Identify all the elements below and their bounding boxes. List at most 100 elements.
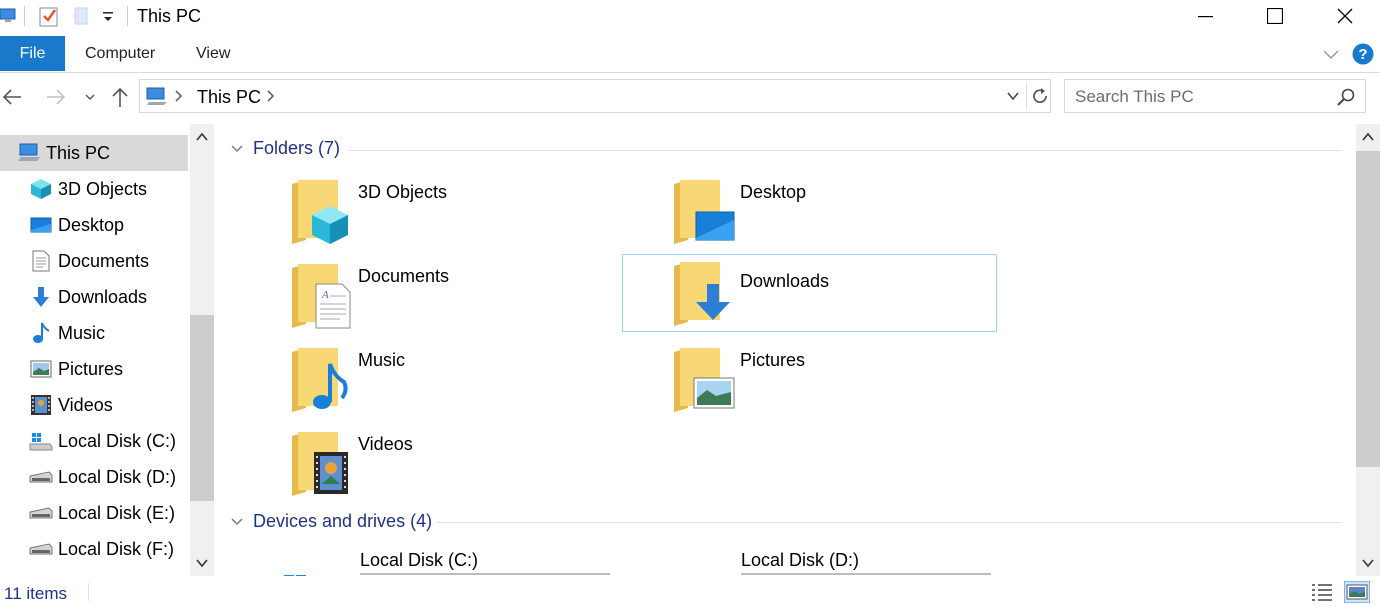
folder-tile-desktop[interactable]: Desktop	[622, 174, 997, 252]
nav-item-this-pc[interactable]: This PC	[0, 135, 188, 171]
nav-item-label: Local Disk (D:)	[58, 466, 177, 487]
folder-tile-downloads[interactable]: Downloads	[622, 254, 997, 332]
folder-tile-videos[interactable]: Videos	[240, 426, 615, 504]
nav-item-local-disk-e[interactable]: Local Disk (E:)	[0, 495, 188, 531]
scroll-down-icon[interactable]	[1361, 556, 1375, 574]
refresh-icon	[1033, 88, 1047, 104]
expand-ribbon-icon[interactable]	[1322, 45, 1340, 68]
folder-tile-music[interactable]: Music	[240, 342, 615, 420]
search-icon[interactable]	[1337, 88, 1355, 111]
cube-icon	[28, 176, 54, 202]
folder-documents-icon: A	[292, 264, 358, 330]
large-icons-view-icon[interactable]	[1344, 581, 1370, 603]
folder-tile-documents[interactable]: A Documents	[240, 258, 615, 336]
breadcrumb-this-pc[interactable]: This PC	[197, 87, 261, 108]
forward-arrow-icon	[47, 89, 66, 105]
folder-tile-3d-objects[interactable]: 3D Objects	[240, 174, 615, 252]
chevron-right-icon[interactable]	[174, 89, 184, 108]
address-bar[interactable]: This PC	[139, 79, 1051, 113]
desktop-icon	[28, 212, 54, 238]
new-folder-icon[interactable]	[73, 5, 89, 27]
separator	[1026, 82, 1027, 110]
back-button[interactable]	[0, 84, 24, 110]
nav-item-label: Pictures	[58, 358, 124, 379]
scroll-thumb[interactable]	[1356, 151, 1380, 467]
folder-name: Desktop	[740, 182, 807, 202]
status-bar: 11 items	[0, 580, 1380, 604]
folder-pictures-icon	[674, 348, 740, 414]
title-bar: This PC	[0, 0, 1380, 34]
nav-item-label: This PC	[46, 142, 111, 163]
nav-item-desktop[interactable]: Desktop	[0, 207, 188, 243]
group-header-label: Devices and drives (4)	[253, 511, 433, 531]
customize-qat-icon[interactable]	[102, 5, 114, 27]
scroll-up-icon[interactable]	[1361, 130, 1375, 148]
computer-icon[interactable]	[0, 5, 18, 27]
nav-item-pictures[interactable]: Pictures	[0, 351, 188, 387]
computer-icon	[146, 86, 168, 111]
scroll-down-icon[interactable]	[195, 556, 209, 574]
nav-item-downloads[interactable]: Downloads	[0, 279, 188, 315]
forward-button[interactable]	[44, 84, 68, 110]
close-icon	[1337, 8, 1353, 24]
document-icon	[28, 248, 54, 274]
folder-name: 3D Objects	[358, 182, 448, 202]
nav-item-label: Local Disk (E:)	[58, 502, 176, 523]
group-header-folders[interactable]: Folders (7)	[230, 138, 340, 159]
download-arrow-icon	[28, 284, 54, 310]
drive-icon	[28, 500, 54, 526]
nav-item-videos[interactable]: Videos	[0, 387, 188, 423]
drive-name: Local Disk (D:)	[741, 550, 860, 570]
properties-icon[interactable]	[39, 5, 59, 27]
drive-tile-local-disk-c[interactable]: Local Disk (C:)	[280, 544, 620, 576]
chevron-down-icon	[1007, 92, 1019, 101]
close-button[interactable]	[1310, 0, 1380, 32]
up-arrow-icon	[112, 87, 128, 107]
nav-item-label: Desktop	[58, 214, 125, 235]
tab-file[interactable]: File	[0, 36, 65, 71]
folder-tile-pictures[interactable]: Pictures	[622, 342, 997, 420]
nav-item-label: Local Disk (C:)	[58, 430, 177, 451]
folder-3d-objects-icon	[292, 180, 358, 246]
up-button[interactable]	[108, 84, 132, 110]
group-header-devices[interactable]: Devices and drives (4)	[230, 511, 432, 532]
scroll-up-icon[interactable]	[195, 130, 209, 148]
computer-icon	[16, 140, 42, 166]
address-history-dropdown[interactable]	[1006, 89, 1020, 108]
nav-item-local-disk-c[interactable]: Local Disk (C:)	[0, 423, 188, 459]
drive-usage-bar	[741, 573, 991, 575]
drive-usage-bar	[360, 573, 610, 575]
content-area: Folders (7) 3D Objects Desktop A Documen…	[214, 124, 1354, 576]
help-icon[interactable]: ?	[1352, 43, 1374, 70]
recent-locations-button[interactable]	[82, 84, 98, 110]
nav-item-label: Downloads	[58, 286, 148, 307]
tab-view[interactable]: View	[196, 36, 230, 71]
folder-music-icon	[292, 348, 358, 414]
refresh-button[interactable]	[1030, 86, 1050, 111]
tab-computer[interactable]: Computer	[85, 36, 155, 71]
folder-name: Music	[358, 350, 406, 370]
navpane-scrollbar[interactable]	[190, 124, 214, 576]
nav-item-label: Videos	[58, 394, 113, 415]
folder-desktop-icon	[674, 180, 740, 246]
nav-item-documents[interactable]: Documents	[0, 243, 188, 279]
nav-item-music[interactable]: Music	[0, 315, 188, 351]
group-header-label: Folders (7)	[253, 138, 341, 158]
minimize-icon	[1198, 16, 1213, 18]
nav-item-label: Music	[58, 322, 106, 343]
content-scrollbar[interactable]	[1356, 124, 1380, 576]
nav-item-local-disk-f[interactable]: Local Disk (F:)	[0, 531, 188, 567]
details-view-icon[interactable]	[1311, 582, 1333, 607]
separator	[88, 583, 89, 601]
nav-item-local-disk-d[interactable]: Local Disk (D:)	[0, 459, 188, 495]
scroll-thumb[interactable]	[190, 315, 214, 501]
search-input[interactable]: Search This PC	[1075, 87, 1194, 107]
nav-item-3d-objects[interactable]: 3D Objects	[0, 171, 188, 207]
folder-name: Documents	[358, 266, 450, 286]
maximize-button[interactable]	[1240, 0, 1310, 32]
group-divider	[437, 522, 1342, 523]
drive-tile-local-disk-d[interactable]: Local Disk (D:)	[660, 544, 1000, 576]
minimize-button[interactable]	[1170, 0, 1240, 32]
separator	[127, 6, 128, 26]
chevron-right-icon[interactable]	[266, 89, 276, 108]
